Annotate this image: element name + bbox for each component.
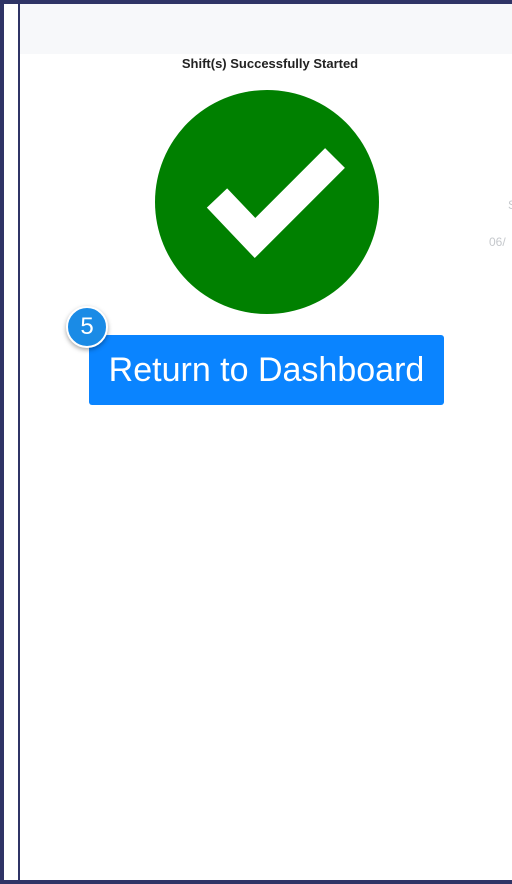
checkmark-icon <box>155 90 379 314</box>
panel-border <box>18 4 20 880</box>
return-to-dashboard-button[interactable]: Return to Dashboard <box>89 335 444 405</box>
page-title: Shift(s) Successfully Started <box>181 56 359 71</box>
success-checkmark-icon <box>155 90 379 314</box>
background-text-line-1: S <box>508 198 512 212</box>
top-bar <box>18 4 512 54</box>
app-frame: Shift(s) Successfully Started S 06/ Retu… <box>0 0 512 884</box>
background-text-line-2: 06/ <box>489 235 506 249</box>
tutorial-step-badge: 5 <box>66 306 108 348</box>
